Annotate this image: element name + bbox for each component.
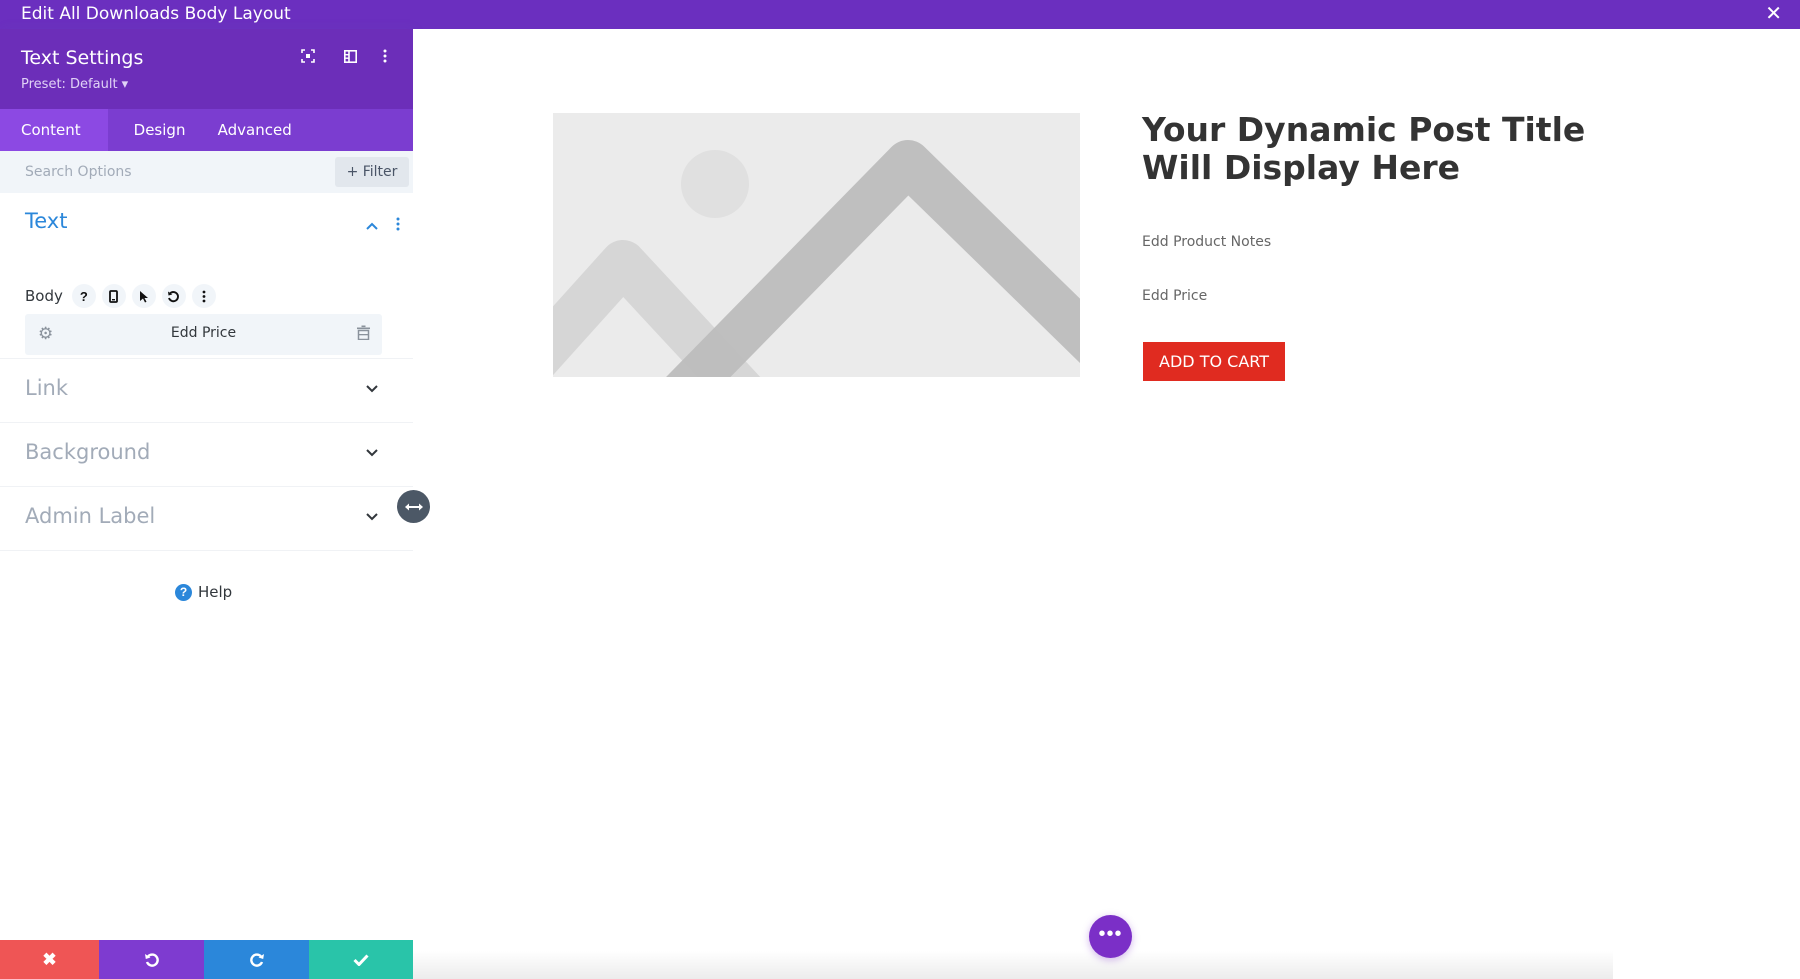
help-link[interactable]: ? Help xyxy=(175,583,232,601)
section-text: Text Body ? ⚙ Edd Price xyxy=(0,193,413,359)
window-title: Edit All Downloads Body Layout xyxy=(21,4,291,24)
section-admin-label[interactable]: Admin Label xyxy=(0,487,413,551)
settings-panel: Text Settings Preset: Default ▾ Content … xyxy=(0,29,413,979)
preset-dropdown[interactable]: Preset: Default ▾ xyxy=(21,77,128,92)
section-title-text[interactable]: Text xyxy=(25,209,67,233)
tab-design[interactable]: Design xyxy=(108,109,218,151)
discard-button[interactable]: ✖ xyxy=(0,940,99,979)
product-price: Edd Price xyxy=(1142,288,1208,304)
chevron-down-icon[interactable] xyxy=(366,445,378,460)
focus-icon[interactable] xyxy=(298,46,318,66)
chevron-up-icon[interactable] xyxy=(366,217,378,233)
more-options-icon[interactable] xyxy=(375,46,395,66)
image-placeholder[interactable] xyxy=(553,113,1080,377)
dynamic-content-value: Edd Price xyxy=(170,325,237,341)
panel-resize-handle[interactable] xyxy=(397,490,430,523)
save-button[interactable] xyxy=(309,940,413,979)
section-background[interactable]: Background xyxy=(0,423,413,487)
tab-advanced[interactable]: Advanced xyxy=(218,109,292,151)
add-to-cart-button[interactable]: ADD TO CART xyxy=(1143,342,1285,381)
dynamic-content-field[interactable]: ⚙ Edd Price xyxy=(25,314,382,355)
help-icon[interactable]: ? xyxy=(71,284,96,308)
panel-action-bar: ✖ xyxy=(0,940,413,979)
body-label: Body xyxy=(25,287,63,305)
canvas-bottom-shadow xyxy=(413,951,1613,979)
hover-icon[interactable] xyxy=(131,284,156,308)
window-title-bar: Edit All Downloads Body Layout ✕ xyxy=(0,0,1800,29)
split-view-icon[interactable] xyxy=(340,46,360,66)
panel-title: Text Settings xyxy=(21,47,144,69)
post-title: Your Dynamic Post Title Will Display Her… xyxy=(1142,110,1586,187)
builder-canvas: Your Dynamic Post Title Will Display Her… xyxy=(413,29,1800,979)
redo-icon xyxy=(249,952,264,967)
section-title-background: Background xyxy=(25,440,151,464)
search-input[interactable] xyxy=(0,151,330,193)
chevron-down-icon[interactable] xyxy=(366,381,378,396)
section-more-icon[interactable] xyxy=(396,217,400,236)
panel-tabs: Content Design Advanced xyxy=(0,109,413,151)
check-icon xyxy=(353,953,369,966)
filter-button[interactable]: + Filter xyxy=(335,157,409,187)
close-icon: ✖ xyxy=(42,949,57,969)
field-more-icon[interactable] xyxy=(191,284,216,308)
search-bar: + Filter xyxy=(0,151,413,193)
reset-icon[interactable] xyxy=(161,284,186,308)
help-label: Help xyxy=(198,583,233,601)
undo-icon xyxy=(144,952,159,967)
body-field-row: Body ? xyxy=(25,284,216,308)
section-title-admin-label: Admin Label xyxy=(25,504,156,528)
product-notes: Edd Product Notes xyxy=(1142,234,1272,250)
tab-content[interactable]: Content xyxy=(0,109,108,151)
panel-header: Text Settings Preset: Default ▾ xyxy=(0,29,413,109)
section-title-link: Link xyxy=(25,376,69,400)
resize-horizontal-icon xyxy=(404,503,423,510)
responsive-icon[interactable] xyxy=(101,284,126,308)
help-circle-icon: ? xyxy=(175,583,192,601)
chevron-down-icon[interactable] xyxy=(366,509,378,524)
undo-button[interactable] xyxy=(99,940,204,979)
close-icon[interactable]: ✕ xyxy=(1765,3,1782,25)
section-link[interactable]: Link xyxy=(0,359,413,423)
redo-button[interactable] xyxy=(204,940,309,979)
trash-icon[interactable] xyxy=(357,325,370,345)
more-actions-button[interactable]: ••• xyxy=(1089,915,1132,958)
